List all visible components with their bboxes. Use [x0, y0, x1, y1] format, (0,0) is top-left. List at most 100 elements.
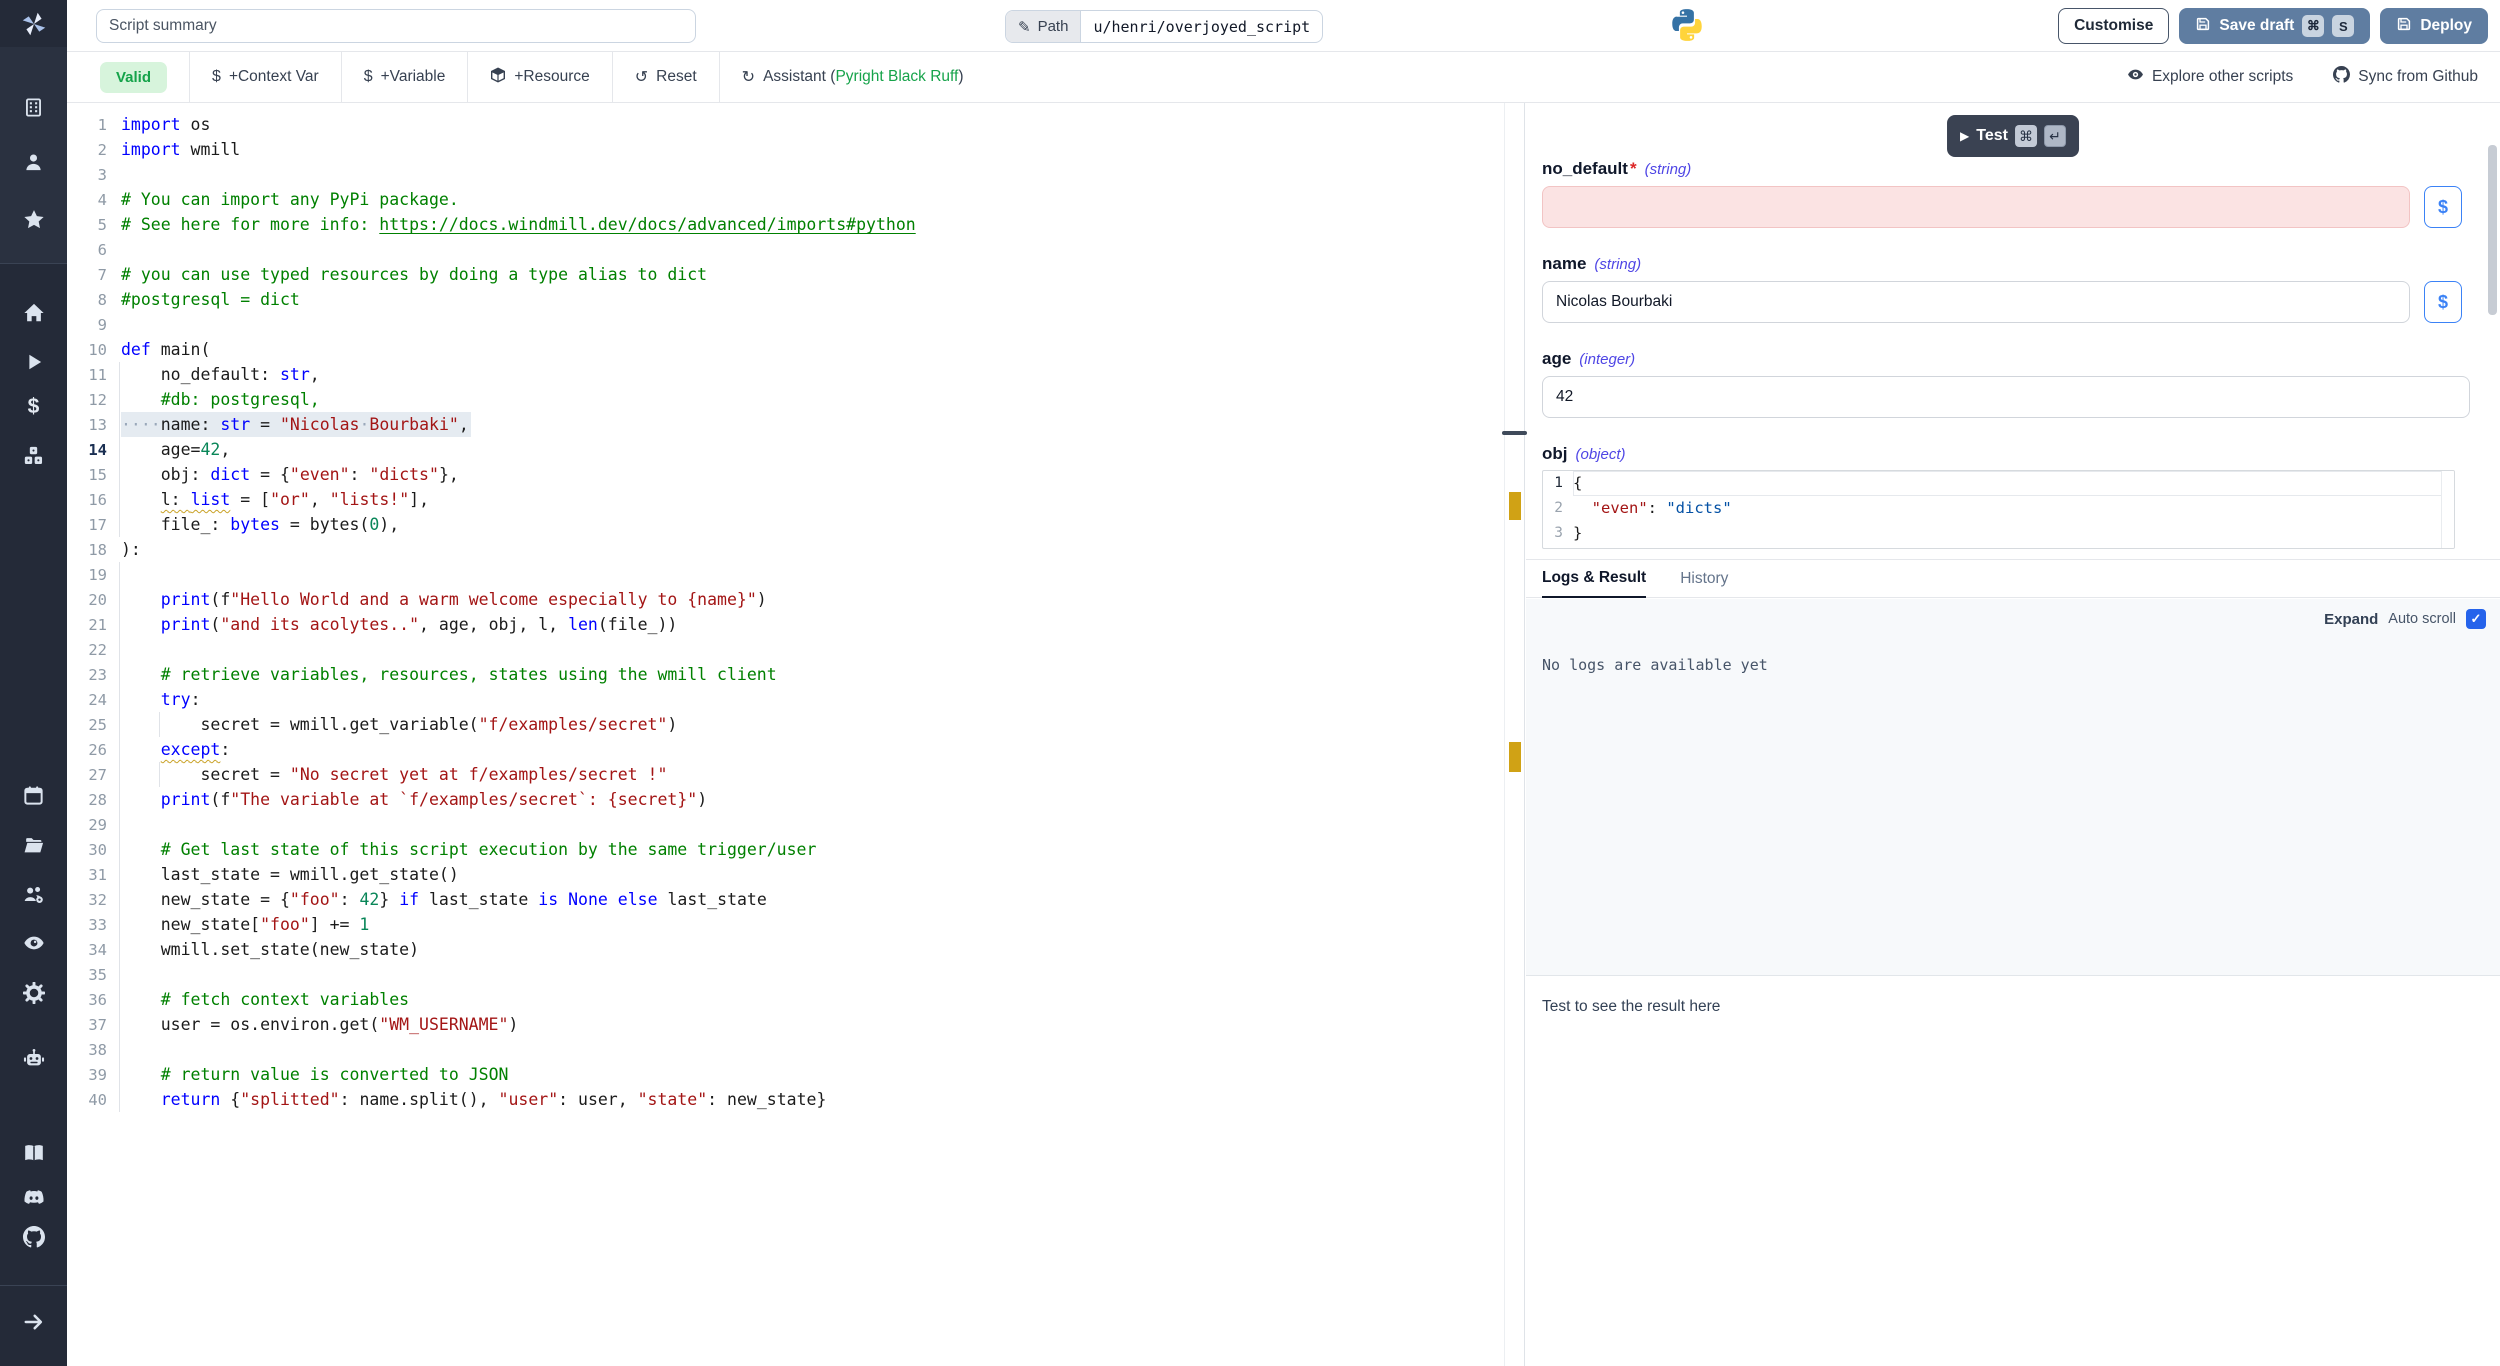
result-tabs: Logs & Result History	[1526, 560, 2500, 598]
code-line[interactable]: 32 new_state = {"foo": 42} if last_state…	[67, 887, 1504, 912]
code-line[interactable]: 14 age=42,	[67, 437, 1504, 462]
json-line[interactable]: 3}	[1543, 521, 2454, 546]
logs-panel: Expand Auto scroll ✓ No logs are availab…	[1526, 599, 2500, 976]
github-icon[interactable]	[0, 1219, 67, 1255]
obj-json-editor[interactable]: 1{2 "even": "dicts"3}	[1542, 470, 2455, 549]
home-icon[interactable]	[0, 295, 67, 331]
code-line[interactable]: 25 secret = wmill.get_variable("f/exampl…	[67, 712, 1504, 737]
code-line[interactable]: 20 print(f"Hello World and a warm welcom…	[67, 587, 1504, 612]
path-control[interactable]: ✎ Path u/henri/overjoyed_script	[1005, 10, 1323, 43]
runs-play-icon[interactable]	[0, 344, 67, 380]
form-scrollbar[interactable]	[2488, 145, 2497, 315]
add-resource-button[interactable]: +Resource	[468, 52, 611, 103]
save-draft-button[interactable]: Save draft ⌘ S	[2179, 8, 2370, 44]
overview-ruler	[1504, 103, 1525, 1366]
code-line[interactable]: 13····name: str = "Nicolas·Bourbaki",	[67, 412, 1504, 437]
panel-resize-handle[interactable]	[1502, 431, 1527, 435]
insert-variable-button[interactable]: $	[2424, 281, 2462, 323]
code-line[interactable]: 6	[67, 237, 1504, 262]
folders-icon[interactable]	[0, 827, 67, 863]
code-line[interactable]: 2import wmill	[67, 137, 1504, 162]
code-line[interactable]: 33 new_state["foo"] += 1	[67, 912, 1504, 937]
code-line[interactable]: 4# You can import any PyPi package.	[67, 187, 1504, 212]
groups-users-icon[interactable]	[0, 877, 67, 913]
audit-eye-icon[interactable]	[0, 925, 67, 961]
variables-dollar-icon[interactable]: $	[0, 389, 67, 425]
workspace-icon[interactable]	[0, 89, 67, 125]
sidebar-divider	[0, 263, 67, 264]
deploy-button[interactable]: Deploy	[2380, 8, 2488, 44]
code-line[interactable]: 18):	[67, 537, 1504, 562]
tab-logs-result[interactable]: Logs & Result	[1542, 569, 1646, 598]
schedules-calendar-icon[interactable]	[0, 777, 67, 813]
code-line[interactable]: 31 last_state = wmill.get_state()	[67, 862, 1504, 887]
assistant-robot-icon[interactable]	[0, 1041, 67, 1077]
code-line[interactable]: 39 # return value is converted to JSON	[67, 1062, 1504, 1087]
script-summary-input[interactable]	[96, 9, 696, 43]
code-editor[interactable]: 1import os2import wmill34# You can impor…	[67, 103, 1504, 1366]
code-line[interactable]: 36 # fetch context variables	[67, 987, 1504, 1012]
customise-button[interactable]: Customise	[2058, 8, 2169, 44]
editor-toolbar: Valid $ +Context Var $ +Variable +Resour…	[67, 52, 2500, 103]
json-line[interactable]: 1{	[1543, 471, 2454, 496]
code-line[interactable]: 26 except:	[67, 737, 1504, 762]
settings-gear-icon[interactable]	[0, 975, 67, 1011]
tab-history[interactable]: History	[1680, 570, 1728, 597]
autoscroll-label: Auto scroll	[2388, 611, 2456, 627]
age-input[interactable]	[1542, 376, 2470, 418]
json-editor-scrollbar[interactable]	[2441, 471, 2454, 548]
code-line[interactable]: 19	[67, 562, 1504, 587]
reset-button[interactable]: ↺ Reset	[613, 52, 719, 103]
insert-variable-button[interactable]: $	[2424, 186, 2462, 228]
test-button[interactable]: ▶ Test ⌘ ↵	[1947, 115, 2079, 157]
code-line[interactable]: 10def main(	[67, 337, 1504, 362]
explore-other-scripts-link[interactable]: Explore other scripts	[2127, 66, 2293, 88]
code-line[interactable]: 38	[67, 1037, 1504, 1062]
add-context-var-button[interactable]: $ +Context Var	[190, 52, 341, 103]
top-bar: ✎ Path u/henri/overjoyed_script Customis…	[67, 0, 2500, 52]
code-line[interactable]: 22	[67, 637, 1504, 662]
code-line[interactable]: 1import os	[67, 112, 1504, 137]
code-line[interactable]: 35	[67, 962, 1504, 987]
warning-marker	[1509, 742, 1521, 772]
expand-button[interactable]: Expand	[2324, 611, 2378, 628]
code-line[interactable]: 17 file_: bytes = bytes(0),	[67, 512, 1504, 537]
docs-book-icon[interactable]	[0, 1135, 67, 1171]
code-line[interactable]: 5# See here for more info: https://docs.…	[67, 212, 1504, 237]
code-line[interactable]: 12 #db: postgresql,	[67, 387, 1504, 412]
code-line[interactable]: 37 user = os.environ.get("WM_USERNAME")	[67, 1012, 1504, 1037]
code-line[interactable]: 23 # retrieve variables, resources, stat…	[67, 662, 1504, 687]
path-edit-segment[interactable]: ✎ Path	[1006, 11, 1081, 42]
autoscroll-checkbox[interactable]: ✓	[2466, 609, 2486, 629]
favorites-star-icon[interactable]	[0, 202, 67, 238]
code-line[interactable]: 24 try:	[67, 687, 1504, 712]
code-line[interactable]: 34 wmill.set_state(new_state)	[67, 937, 1504, 962]
code-line[interactable]: 28 print(f"The variable at `f/examples/s…	[67, 787, 1504, 812]
resources-cubes-icon[interactable]	[0, 437, 67, 473]
discord-icon[interactable]	[0, 1180, 67, 1216]
reset-icon: ↺	[635, 67, 648, 87]
code-line[interactable]: 30 # Get last state of this script execu…	[67, 837, 1504, 862]
collapse-arrow-icon[interactable]	[0, 1304, 67, 1340]
path-value: u/henri/overjoyed_script	[1081, 11, 1322, 42]
code-line[interactable]: 21 print("and its acolytes..", age, obj,…	[67, 612, 1504, 637]
windmill-logo-icon[interactable]	[0, 6, 67, 42]
add-variable-button[interactable]: $ +Variable	[342, 52, 468, 103]
code-line[interactable]: 8#postgresql = dict	[67, 287, 1504, 312]
name-input[interactable]	[1542, 281, 2410, 323]
assistant-button[interactable]: ↻ Assistant (Pyright Black Ruff)	[720, 52, 986, 103]
code-line[interactable]: 15 obj: dict = {"even": "dicts"},	[67, 462, 1504, 487]
json-line[interactable]: 2 "even": "dicts"	[1543, 496, 2454, 521]
code-line[interactable]: 40 return {"splitted": name.split(), "us…	[67, 1087, 1504, 1112]
code-line[interactable]: 11 no_default: str,	[67, 362, 1504, 387]
field-label: name	[1542, 254, 1586, 274]
code-line[interactable]: 27 secret = "No secret yet at f/examples…	[67, 762, 1504, 787]
code-line[interactable]: 9	[67, 312, 1504, 337]
code-line[interactable]: 7# you can use typed resources by doing …	[67, 262, 1504, 287]
sync-from-github-link[interactable]: Sync from Github	[2333, 66, 2478, 88]
code-line[interactable]: 3	[67, 162, 1504, 187]
code-line[interactable]: 16 l: list = ["or", "lists!"],	[67, 487, 1504, 512]
no-default-input[interactable]	[1542, 186, 2410, 228]
code-line[interactable]: 29	[67, 812, 1504, 837]
user-icon[interactable]	[0, 144, 67, 180]
